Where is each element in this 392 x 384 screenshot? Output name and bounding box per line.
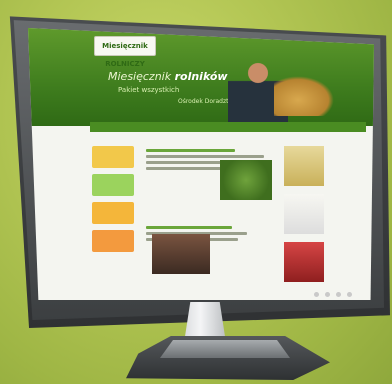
control-dot [347, 292, 352, 297]
website-nav [90, 122, 366, 132]
website-logo: Miesięcznik ROLNICZY [94, 36, 156, 68]
tile-green [92, 174, 134, 196]
tagline-bold: rolników [174, 70, 228, 83]
tile-yellow [92, 146, 134, 168]
monitor-screen: Miesięcznik ROLNICZY Miesięcznik rolnikó… [28, 28, 374, 300]
right-column-ads [284, 146, 324, 290]
tagline-line2: Pakiet wszystkich [118, 86, 180, 94]
control-dot [314, 292, 319, 297]
article-photo-people [152, 234, 210, 274]
tagline-part1: Miesięcznik [108, 70, 175, 83]
article-title-line [146, 149, 235, 152]
website-tagline: Miesięcznik rolników [108, 70, 228, 83]
article-text-line [146, 155, 265, 158]
monitor-controls [314, 292, 368, 298]
ad-box [284, 242, 324, 282]
control-dot [336, 292, 341, 297]
grain-bundle-image [274, 76, 334, 116]
left-column-tiles [92, 146, 134, 258]
tile-orange-2 [92, 230, 134, 252]
control-dot [325, 292, 330, 297]
monitor-stand-base-highlight [160, 340, 290, 358]
ad-box [284, 146, 324, 186]
article-photo-plant [220, 160, 272, 200]
ad-box [284, 194, 324, 234]
tile-orange [92, 202, 134, 224]
article-title-line [146, 226, 232, 229]
